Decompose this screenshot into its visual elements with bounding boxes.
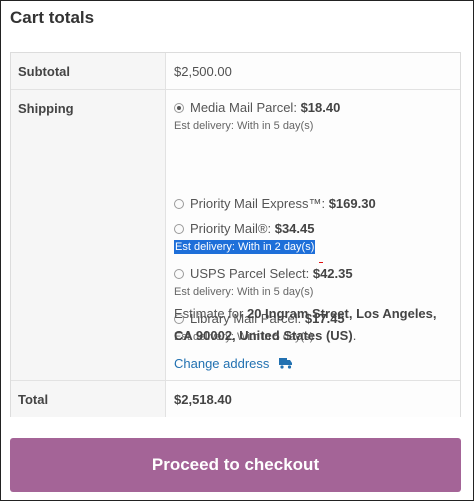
total-row: Total $2,518.40 — [11, 381, 460, 417]
shipping-row: Shipping Media Mail Parcel: $18.40 Est d… — [11, 90, 460, 381]
shipping-method-name: Media Mail Parcel: — [190, 100, 297, 115]
shipping-label: Shipping — [11, 90, 166, 380]
shipping-method-name: USPS Parcel Select: — [190, 266, 310, 281]
estimate-prefix: Estimate for — [174, 306, 244, 321]
cart-totals-table: Subtotal $2,500.00 Shipping Media Mail P… — [10, 52, 461, 417]
shipping-method-estimate: Est delivery: With in 2 day(s) — [174, 240, 316, 254]
total-label: Total — [11, 381, 166, 417]
subtotal-row: Subtotal $2,500.00 — [11, 53, 460, 90]
shipping-radio-priority-mail-express[interactable] — [174, 199, 184, 209]
text-caret — [319, 262, 323, 263]
shipping-estimate-text: Estimate for 20 Ingram Street, Los Angel… — [174, 303, 449, 347]
truck-icon — [279, 358, 293, 369]
shipping-method-media-mail[interactable]: Media Mail Parcel: $18.40 Est delivery: … — [174, 99, 454, 133]
subtotal-value: $2,500.00 — [166, 53, 460, 89]
shipping-radio-usps-parcel-select[interactable] — [174, 269, 184, 279]
shipping-method-name: Priority Mail®: — [190, 221, 272, 236]
shipping-radio-priority-mail[interactable] — [174, 224, 184, 234]
estimate-suffix: . — [352, 328, 357, 343]
shipping-method-estimate: Est delivery: With in 5 day(s) — [174, 286, 314, 298]
shipping-method-price: $34.45 — [274, 221, 315, 236]
shipping-method-price: $169.30 — [328, 196, 376, 211]
shipping-method-priority-mail-express[interactable]: Priority Mail Express™: $169.30 — [174, 195, 454, 213]
proceed-to-checkout-button[interactable]: Proceed to checkout — [10, 438, 461, 492]
shipping-options: Media Mail Parcel: $18.40 Est delivery: … — [166, 90, 460, 380]
change-address-label[interactable]: Change address — [174, 356, 269, 371]
change-address-link[interactable]: Change address — [174, 356, 293, 371]
shipping-radio-media-mail[interactable] — [174, 103, 184, 113]
subtotal-label: Subtotal — [11, 53, 166, 89]
shipping-method-price: $18.40 — [300, 100, 341, 115]
shipping-method-priority-mail[interactable]: Priority Mail®: $34.45 Est delivery: Wit… — [174, 220, 454, 254]
cart-totals-title: Cart totals — [10, 8, 95, 27]
total-value: $2,518.40 — [166, 381, 460, 417]
shipping-method-price: $42.35 — [312, 266, 353, 281]
shipping-method-usps-parcel-select[interactable]: USPS Parcel Select: $42.35 Est delivery:… — [174, 265, 454, 299]
shipping-method-name: Priority Mail Express™: — [190, 196, 326, 211]
shipping-method-estimate: Est delivery: With in 5 day(s) — [174, 120, 314, 132]
